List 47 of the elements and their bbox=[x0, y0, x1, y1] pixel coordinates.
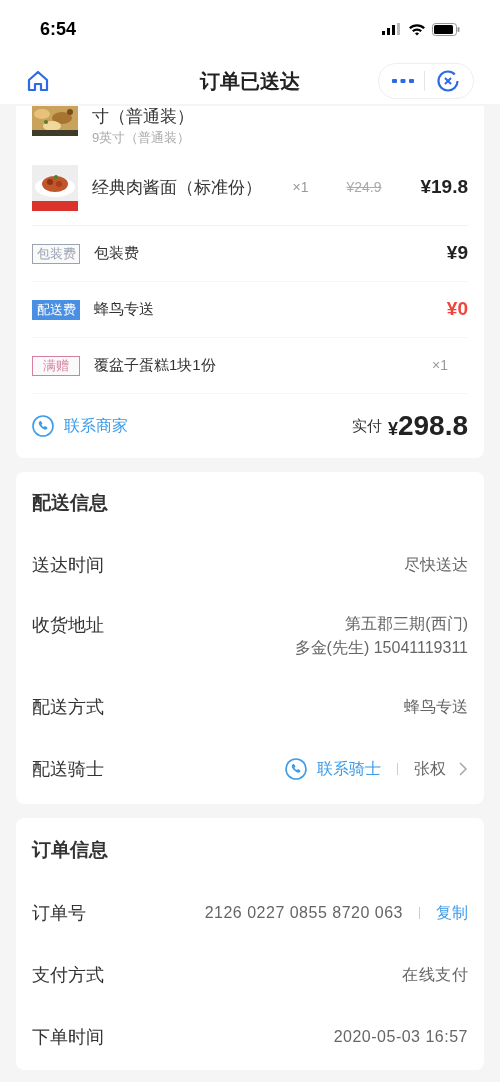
info-value: 尽快送达 bbox=[404, 555, 468, 575]
paid-label: 实付 bbox=[351, 415, 382, 436]
info-value: 在线支付 bbox=[402, 965, 468, 985]
fee-amount: ¥0 bbox=[446, 297, 468, 322]
info-label: 送达时间 bbox=[32, 553, 104, 577]
info-value: 2126 0227 0855 8720 063 bbox=[204, 903, 403, 923]
fee-amount: ¥9 bbox=[446, 241, 468, 266]
paid-total: ¥298.8 bbox=[387, 409, 468, 443]
fee-tag: 包装费 bbox=[32, 243, 80, 264]
info-value: 第五郡三期(西门) bbox=[345, 614, 468, 634]
rider-name: 张权 bbox=[414, 759, 446, 779]
close-icon[interactable] bbox=[435, 69, 460, 93]
contact-rider-button[interactable]: 联系骑士 bbox=[285, 757, 381, 781]
info-label: 收货地址 bbox=[32, 614, 104, 637]
fee-tag: 满赠 bbox=[32, 355, 80, 376]
more-icon[interactable] bbox=[392, 78, 415, 84]
item-name: 寸（普通装） bbox=[92, 106, 194, 128]
info-value: 2020-05-03 16:57 bbox=[333, 1027, 468, 1047]
clock-time: 6:54 bbox=[40, 17, 77, 41]
signal-icon bbox=[382, 23, 402, 35]
phone-icon bbox=[32, 415, 54, 437]
fee-tag: 配送费 bbox=[32, 299, 80, 320]
info-value: 蜂鸟专送 bbox=[404, 697, 468, 717]
info-label: 订单号 bbox=[32, 901, 86, 925]
phone-icon bbox=[285, 758, 307, 780]
item-spec: 9英寸（普通装） bbox=[92, 129, 192, 147]
info-label: 配送方式 bbox=[32, 695, 104, 719]
home-icon[interactable] bbox=[26, 69, 50, 93]
info-label: 支付方式 bbox=[32, 963, 104, 987]
battery-icon bbox=[432, 22, 460, 36]
fee-label: 包装费 bbox=[94, 243, 139, 264]
original-price: ¥24.9 bbox=[346, 178, 383, 197]
item-quantity: ×1 bbox=[292, 178, 310, 197]
section-title: 订单信息 bbox=[32, 837, 109, 862]
fee-label: 覆盆子蛋糕1块1份 bbox=[94, 355, 216, 376]
item-name: 经典肉酱面（标准份） bbox=[92, 176, 262, 199]
info-label: 配送骑士 bbox=[32, 757, 104, 781]
fee-label: 蜂鸟专送 bbox=[94, 299, 154, 320]
item-price: ¥19.8 bbox=[420, 175, 468, 200]
info-label: 下单时间 bbox=[32, 1025, 104, 1049]
section-title: 配送信息 bbox=[32, 490, 109, 515]
page-title: 订单已送达 bbox=[200, 69, 300, 94]
info-value: 多金(先生) 15041119311 bbox=[294, 638, 468, 658]
wifi-icon bbox=[408, 22, 426, 36]
gift-quantity: ×1 bbox=[432, 356, 448, 375]
contact-merchant-button[interactable]: 联系商家 bbox=[32, 414, 128, 438]
copy-button[interactable]: 复制 bbox=[436, 901, 468, 925]
